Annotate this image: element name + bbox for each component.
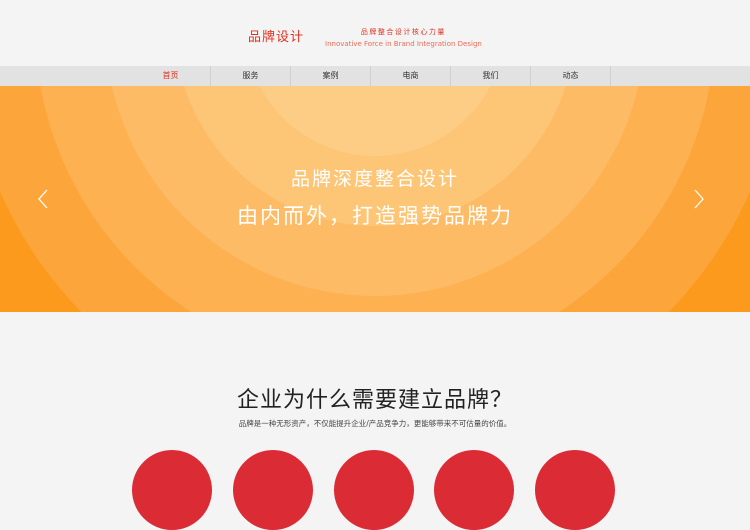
hero-banner: 品牌深度整合设计 由内而外，打造强势品牌力	[0, 86, 750, 312]
feature-circle[interactable]	[434, 450, 514, 530]
feature-circle[interactable]	[334, 450, 414, 530]
nav-item-ecommerce[interactable]: 电商	[371, 66, 451, 86]
brand-logo[interactable]: 品牌设计	[248, 26, 304, 45]
tagline-chinese: 品牌整合设计核心力量	[360, 28, 446, 36]
nav-item-services[interactable]: 服务	[211, 66, 291, 86]
hero-headline: 品牌深度整合设计	[290, 168, 459, 190]
section-title: 企业为什么需要建立品牌？	[236, 388, 513, 413]
nav-item-home[interactable]: 首页	[131, 66, 211, 86]
chevron-right-icon[interactable]	[692, 189, 706, 209]
nav-item-about[interactable]: 我们	[451, 66, 531, 86]
feature-circle[interactable]	[132, 450, 212, 530]
feature-circle[interactable]	[535, 450, 615, 530]
hero-subheadline: 由内而外，打造强势品牌力	[237, 204, 513, 228]
tagline-english: Innovative Force in Brand Integration De…	[325, 40, 482, 48]
brand-tagline: 品牌整合设计核心力量 Innovative Force in Brand Int…	[325, 27, 482, 48]
chevron-left-icon[interactable]	[36, 189, 50, 209]
site-header: 品牌设计 品牌整合设计核心力量 Innovative Force in Bran…	[0, 0, 750, 66]
nav-item-news[interactable]: 动态	[531, 66, 611, 86]
nav-item-cases[interactable]: 案例	[291, 66, 371, 86]
feature-circle[interactable]	[233, 450, 313, 530]
main-nav: 首页 服务 案例 电商 我们 动态	[0, 66, 750, 86]
section-subtitle: 品牌是一种无形资产，不仅能提升企业/产品竞争力，更能够带来不可估量的价值。	[238, 419, 512, 428]
